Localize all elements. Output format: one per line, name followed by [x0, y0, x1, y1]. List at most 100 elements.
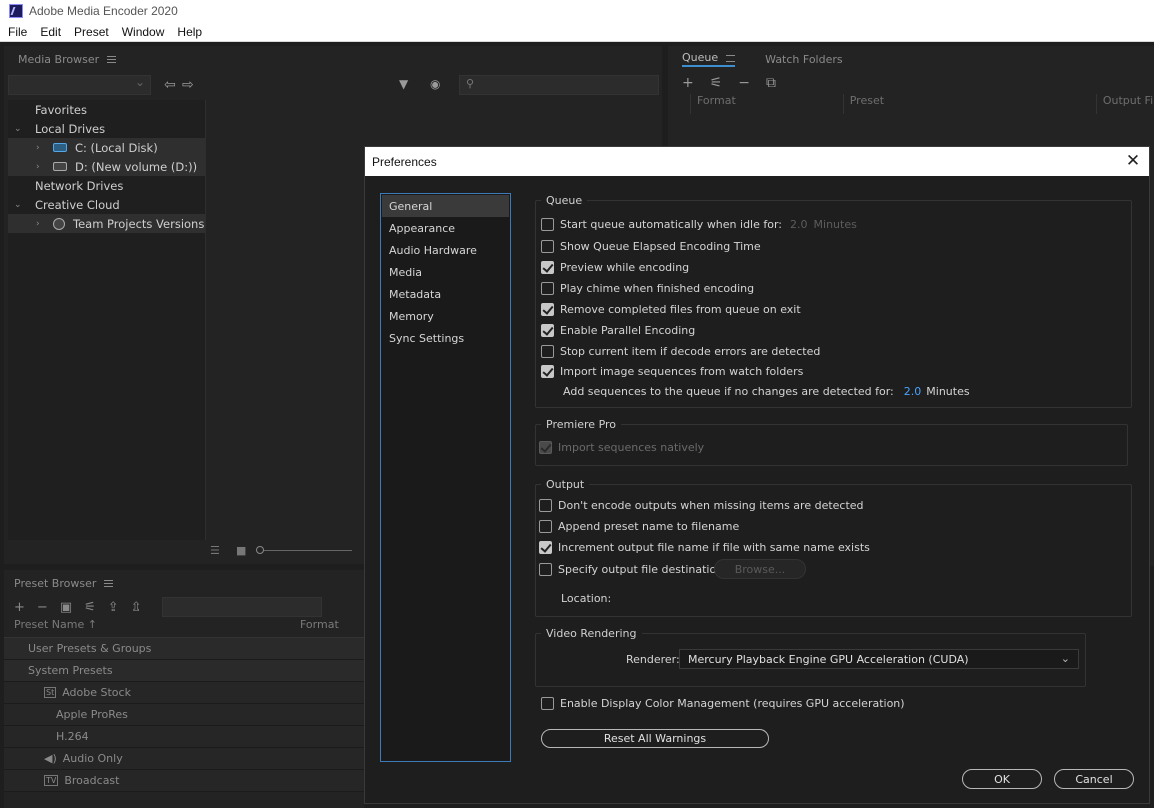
append-preset-name-checkbox[interactable] — [539, 519, 552, 533]
nav-audio-hardware[interactable]: Audio Hardware — [382, 239, 509, 261]
add-source-icon[interactable]: + — [682, 75, 694, 91]
menu-preset[interactable]: Preset — [74, 25, 109, 39]
location-dropdown[interactable] — [8, 75, 151, 95]
tree-item-d-drive[interactable]: › D: (New volume (D:)) — [8, 157, 205, 176]
nav-appearance[interactable]: Appearance — [382, 217, 509, 239]
color-management-row[interactable]: Enable Display Color Management (require… — [541, 694, 905, 712]
stop-on-decode-errors-checkbox[interactable] — [541, 344, 554, 358]
renderer-value: Mercury Playback Engine GPU Acceleration… — [688, 652, 969, 666]
tv-icon: TV — [44, 775, 59, 786]
show-elapsed-checkbox[interactable] — [541, 239, 554, 253]
menu-help[interactable]: Help — [177, 25, 202, 39]
menu-edit[interactable]: Edit — [40, 25, 61, 39]
parallel-encoding-row[interactable]: Enable Parallel Encoding — [541, 321, 695, 339]
increment-filename-checkbox[interactable] — [539, 540, 552, 554]
panel-menu-icon[interactable] — [726, 54, 736, 62]
specify-destination-row[interactable]: Specify output file destination: — [539, 560, 727, 578]
ok-button[interactable]: OK — [962, 769, 1042, 789]
preset-row-audio-only[interactable]: ◀) Audio Only — [4, 748, 364, 770]
reset-all-warnings-button[interactable]: Reset All Warnings — [541, 729, 769, 748]
preview-encoding-checkbox[interactable] — [541, 260, 554, 274]
checkbox-label: Preview while encoding — [560, 260, 690, 274]
icon-view-icon[interactable]: ■ — [236, 544, 246, 557]
duplicate-icon[interactable]: ⧉ — [766, 75, 776, 91]
panel-menu-icon[interactable] — [107, 55, 117, 63]
stop-on-decode-errors-row[interactable]: Stop current item if decode errors are d… — [541, 342, 820, 360]
cancel-button[interactable]: Cancel — [1054, 769, 1134, 789]
increment-filename-row[interactable]: Increment output file name if file with … — [539, 538, 870, 556]
preset-search-input[interactable] — [161, 597, 322, 617]
menu-window[interactable]: Window — [122, 25, 165, 39]
eye-icon[interactable]: ◉ — [430, 77, 440, 91]
zoom-slider[interactable] — [256, 550, 352, 551]
column-format[interactable]: Format — [690, 94, 843, 114]
chevron-down-icon: ⌄ — [14, 199, 22, 210]
play-chime-row[interactable]: Play chime when finished encoding — [541, 279, 754, 297]
preset-settings-icon[interactable]: ⚟ — [710, 75, 723, 91]
dont-encode-missing-row[interactable]: Don't encode outputs when missing items … — [539, 496, 864, 514]
new-group-icon[interactable]: ▣ — [60, 600, 72, 615]
tree-item-local-drives[interactable]: ⌄ Local Drives — [8, 119, 205, 138]
preset-settings-icon[interactable]: ⚟ — [84, 600, 96, 615]
renderer-dropdown[interactable]: Mercury Playback Engine GPU Acceleration… — [679, 649, 1079, 669]
dont-encode-missing-checkbox[interactable] — [539, 498, 552, 512]
nav-general[interactable]: General — [382, 195, 509, 217]
nav-media[interactable]: Media — [382, 261, 509, 283]
column-output-file[interactable]: Output File — [1095, 94, 1154, 114]
remove-preset-icon[interactable]: − — [37, 600, 48, 615]
tree-item-c-drive[interactable]: › C: (Local Disk) — [8, 138, 205, 157]
media-browser-footer: ☰ ■ — [204, 542, 362, 560]
back-arrow-icon[interactable]: ⇦ — [164, 77, 176, 93]
idle-minutes-value[interactable]: 2.0 — [790, 218, 808, 231]
media-search-input[interactable]: ⚲ — [459, 75, 659, 95]
tree-item-favorites[interactable]: Favorites — [8, 100, 205, 119]
media-browser-header: Media Browser — [4, 46, 662, 72]
preset-row-user-presets[interactable]: User Presets & Groups — [4, 638, 364, 660]
nav-metadata[interactable]: Metadata — [382, 283, 509, 305]
preset-row-system-presets[interactable]: System Presets — [4, 660, 364, 682]
list-view-icon[interactable]: ☰ — [210, 544, 220, 557]
nav-memory[interactable]: Memory — [382, 305, 509, 327]
specify-destination-checkbox[interactable] — [539, 562, 552, 576]
tab-queue[interactable]: Queue — [682, 51, 736, 67]
tree-item-network-drives[interactable]: Network Drives — [8, 176, 205, 195]
import-image-sequences-row[interactable]: Import image sequences from watch folder… — [541, 362, 803, 380]
filter-icon[interactable]: ▼ — [399, 77, 408, 91]
preset-row-label: Audio Only — [62, 752, 123, 765]
column-format[interactable]: Format — [300, 618, 339, 637]
remove-completed-row[interactable]: Remove completed files from queue on exi… — [541, 300, 801, 318]
dialog-title: Preferences — [372, 154, 437, 169]
tree-item-team-projects[interactable]: › Team Projects Versions — [8, 214, 205, 233]
add-preset-icon[interactable]: + — [14, 600, 25, 615]
append-preset-name-row[interactable]: Append preset name to filename — [539, 517, 739, 535]
start-queue-auto-checkbox[interactable] — [541, 217, 554, 231]
close-icon[interactable]: ✕ — [1123, 151, 1143, 171]
play-chime-checkbox[interactable] — [541, 281, 554, 295]
tree-item-creative-cloud[interactable]: ⌄ Creative Cloud — [8, 195, 205, 214]
import-image-sequences-checkbox[interactable] — [541, 364, 554, 378]
queue-legend: Queue — [546, 194, 583, 207]
import-presets-icon[interactable]: ⇪ — [108, 600, 119, 615]
sort-up-icon: ↑ — [87, 618, 97, 631]
zoom-slider-handle[interactable] — [256, 546, 264, 554]
forward-arrow-icon[interactable]: ⇨ — [182, 77, 194, 93]
start-queue-auto-row[interactable]: Start queue automatically when idle for:… — [541, 215, 857, 233]
preset-row-broadcast[interactable]: TV Broadcast — [4, 770, 364, 792]
menu-file[interactable]: File — [8, 25, 27, 39]
show-elapsed-row[interactable]: Show Queue Elapsed Encoding Time — [541, 237, 761, 255]
parallel-encoding-checkbox[interactable] — [541, 323, 554, 337]
tab-watch-folders[interactable]: Watch Folders — [765, 53, 842, 66]
preview-encoding-row[interactable]: Preview while encoding — [541, 258, 689, 276]
preset-row-adobe-stock[interactable]: St Adobe Stock — [4, 682, 364, 704]
color-management-checkbox[interactable] — [541, 696, 554, 710]
remove-icon[interactable]: − — [738, 75, 750, 91]
preset-row-apple-prores[interactable]: Apple ProRes — [4, 704, 364, 726]
remove-completed-checkbox[interactable] — [541, 302, 554, 316]
column-preset-name[interactable]: Preset Name ↑ — [14, 618, 300, 637]
export-presets-icon[interactable]: ⇫ — [131, 600, 142, 615]
add-sequences-minutes-value[interactable]: 2.0 — [904, 385, 922, 398]
panel-menu-icon[interactable] — [104, 579, 114, 587]
preset-row-h264[interactable]: H.264 — [4, 726, 364, 748]
column-preset[interactable]: Preset — [842, 94, 1096, 114]
nav-sync-settings[interactable]: Sync Settings — [382, 327, 509, 349]
